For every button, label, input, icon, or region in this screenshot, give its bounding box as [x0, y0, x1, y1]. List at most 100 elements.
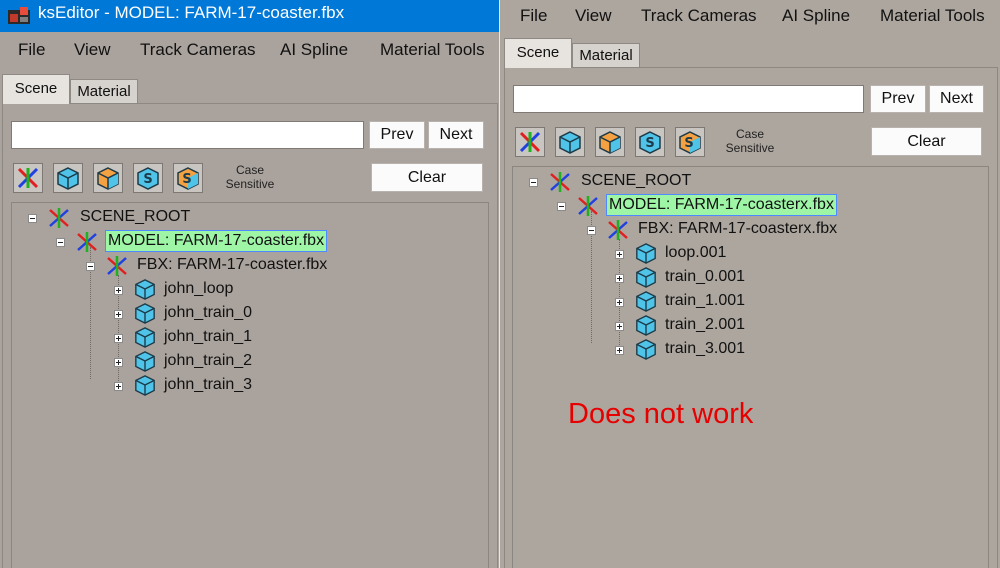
collapse-icon[interactable]	[86, 262, 95, 271]
tree-node-label: train_2.001	[665, 316, 746, 333]
tree-node-root[interactable]: SCENE_ROOT	[12, 206, 482, 228]
axes-icon	[608, 220, 628, 240]
case-label-line1: Case	[235, 163, 264, 177]
cube-blue-s-icon: S	[639, 131, 661, 154]
menu-view[interactable]: View	[575, 6, 612, 26]
expand-icon[interactable]	[615, 250, 624, 259]
tab-material[interactable]: Material	[70, 79, 138, 104]
annotation-text: Does not work	[568, 398, 754, 430]
tab-material[interactable]: Material	[572, 43, 640, 68]
axes-filter-button[interactable]	[515, 127, 545, 157]
clear-button[interactable]: Clear	[371, 163, 483, 192]
tree-node-label: train_3.001	[665, 340, 746, 357]
expand-icon[interactable]	[114, 382, 123, 391]
tree-node-label: john_train_2	[164, 352, 253, 369]
shader-material-filter-button[interactable]: S	[173, 163, 203, 193]
tree-node-child[interactable]: john_train_2	[12, 350, 482, 372]
menu-ai-spline[interactable]: AI Spline	[782, 6, 850, 26]
collapse-icon[interactable]	[557, 202, 566, 211]
collapse-icon[interactable]	[56, 238, 65, 247]
case-sensitive-toggle[interactable]: Case Sensitive	[217, 163, 283, 191]
tree-node-label: SCENE_ROOT	[80, 208, 191, 225]
menu-bar: File View Track Cameras AI Spline Materi…	[0, 34, 500, 68]
cube-blue-icon	[135, 351, 155, 372]
collapse-icon[interactable]	[587, 226, 596, 235]
menu-material-tools[interactable]: Material Tools	[880, 6, 985, 26]
case-label-line1: Case	[735, 127, 764, 141]
axes-filter-button[interactable]	[13, 163, 43, 193]
tree-node-model[interactable]: MODEL: FARM-17-coaster.fbx	[12, 230, 482, 252]
svg-text:S: S	[684, 136, 693, 151]
menu-view[interactable]: View	[74, 40, 111, 60]
collapse-icon[interactable]	[28, 214, 37, 223]
tree-node-fbx[interactable]: FBX: FARM-17-coasterx.fbx	[513, 218, 983, 240]
expand-icon[interactable]	[615, 274, 624, 283]
tree-node-label: john_train_3	[164, 376, 253, 393]
tree-node-model[interactable]: MODEL: FARM-17-coasterx.fbx	[513, 194, 983, 216]
search-input[interactable]	[11, 121, 364, 149]
tree-node-label: SCENE_ROOT	[581, 172, 692, 189]
next-button[interactable]: Next	[428, 121, 484, 149]
expand-icon[interactable]	[114, 286, 123, 295]
mesh-filter-button[interactable]	[555, 127, 585, 157]
tree-node-label-selected: MODEL: FARM-17-coasterx.fbx	[606, 194, 837, 216]
mesh-filter-button[interactable]	[53, 163, 83, 193]
tree-node-child[interactable]: train_1.001	[513, 290, 983, 312]
axes-icon	[550, 172, 570, 192]
cube-blue-s-icon: S	[137, 167, 159, 190]
tree-node-child[interactable]: john_loop	[12, 278, 482, 300]
tree-node-child[interactable]: loop.001	[513, 242, 983, 264]
menu-file[interactable]: File	[520, 6, 547, 26]
axes-icon	[17, 167, 39, 189]
cube-orange-icon	[97, 167, 119, 190]
scene-tree[interactable]: SCENE_ROOT MODEL: FARM-17-coasterx.fbx F…	[512, 166, 989, 568]
menu-ai-spline[interactable]: AI Spline	[280, 40, 348, 60]
expand-icon[interactable]	[615, 322, 624, 331]
menu-track-cameras[interactable]: Track Cameras	[641, 6, 757, 26]
app-icon	[8, 7, 30, 24]
material-filter-button[interactable]	[93, 163, 123, 193]
tree-node-child[interactable]: train_2.001	[513, 314, 983, 336]
prev-button[interactable]: Prev	[870, 85, 926, 113]
tab-scene[interactable]: Scene	[2, 74, 70, 104]
tree-node-child[interactable]: john_train_1	[12, 326, 482, 348]
tree-node-label: FBX: FARM-17-coasterx.fbx	[638, 220, 838, 237]
expand-icon[interactable]	[114, 358, 123, 367]
expand-icon[interactable]	[114, 334, 123, 343]
axes-icon	[578, 196, 598, 216]
tree-node-child[interactable]: john_train_3	[12, 374, 482, 396]
expand-icon[interactable]	[615, 298, 624, 307]
tree-node-label: FBX: FARM-17-coaster.fbx	[137, 256, 328, 273]
menu-material-tools[interactable]: Material Tools	[380, 40, 485, 60]
window-title: ksEditor - MODEL: FARM-17-coaster.fbx	[38, 3, 345, 22]
cube-blue-icon	[57, 167, 79, 190]
cube-blue-icon	[135, 279, 155, 300]
tree-node-label: train_1.001	[665, 292, 746, 309]
svg-text:S: S	[143, 172, 152, 187]
menu-file[interactable]: File	[18, 40, 45, 60]
collapse-icon[interactable]	[529, 178, 538, 187]
axes-icon	[519, 131, 541, 153]
case-sensitive-toggle[interactable]: Case Sensitive	[717, 127, 783, 155]
tree-node-fbx[interactable]: FBX: FARM-17-coaster.fbx	[12, 254, 482, 276]
expand-icon[interactable]	[114, 310, 123, 319]
tree-node-child[interactable]: train_0.001	[513, 266, 983, 288]
shader-filter-button[interactable]: S	[133, 163, 163, 193]
tree-node-child[interactable]: john_train_0	[12, 302, 482, 324]
tree-node-label: john_train_0	[164, 304, 253, 321]
cube-blue-icon	[636, 339, 656, 360]
expand-icon[interactable]	[615, 346, 624, 355]
material-filter-button[interactable]	[595, 127, 625, 157]
tree-node-child[interactable]: train_3.001	[513, 338, 983, 360]
shader-material-filter-button[interactable]: S	[675, 127, 705, 157]
next-button[interactable]: Next	[929, 85, 984, 113]
shader-filter-button[interactable]: S	[635, 127, 665, 157]
search-input[interactable]	[513, 85, 864, 113]
tree-node-root[interactable]: SCENE_ROOT	[513, 170, 983, 192]
tab-scene[interactable]: Scene	[504, 38, 572, 68]
prev-button[interactable]: Prev	[369, 121, 425, 149]
scene-tab-page: Prev Next S S Case Sensitive Clear SCENE…	[2, 103, 498, 568]
menu-track-cameras[interactable]: Track Cameras	[140, 40, 256, 60]
scene-tree[interactable]: SCENE_ROOT MODEL: FARM-17-coaster.fbx FB…	[11, 202, 489, 568]
clear-button[interactable]: Clear	[871, 127, 982, 156]
